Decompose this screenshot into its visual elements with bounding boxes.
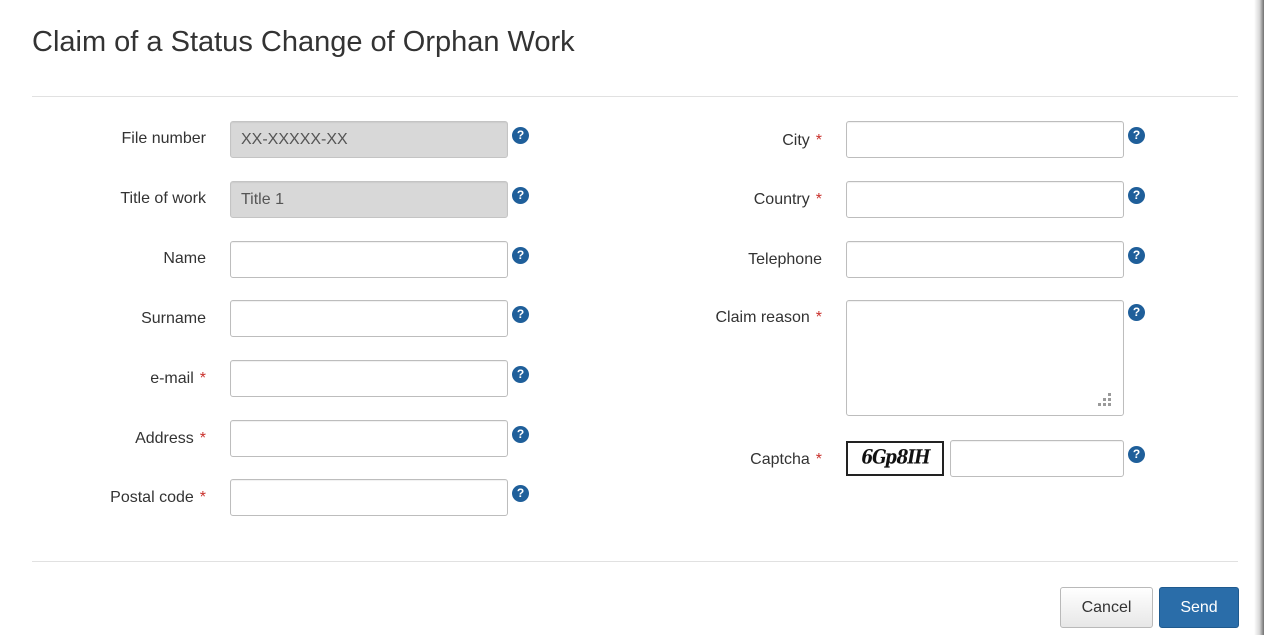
- required-marker: *: [815, 309, 822, 326]
- required-marker: *: [815, 191, 822, 208]
- name-label: Name: [163, 250, 206, 267]
- captcha-help-icon[interactable]: ?: [1128, 446, 1145, 463]
- file-number-field[interactable]: [230, 121, 508, 158]
- email-label: e-mail *: [150, 370, 206, 387]
- title-of-work-help-icon[interactable]: ?: [512, 187, 529, 204]
- cancel-button[interactable]: Cancel: [1060, 587, 1153, 628]
- dialog-title: Claim of a Status Change of Orphan Work: [32, 26, 575, 58]
- title-of-work-label: Title of work: [120, 190, 206, 207]
- country-label: Country *: [753, 191, 822, 208]
- address-label: Address *: [135, 430, 206, 447]
- window-edge-shadow: [1254, 0, 1264, 635]
- address-help-icon[interactable]: ?: [512, 426, 529, 443]
- surname-field[interactable]: [230, 300, 508, 337]
- resize-grip-icon[interactable]: [1098, 393, 1112, 407]
- city-field[interactable]: [846, 121, 1124, 158]
- telephone-help-icon[interactable]: ?: [1128, 247, 1145, 264]
- postal-code-label: Postal code *: [110, 489, 206, 506]
- required-marker: *: [199, 430, 206, 447]
- postal-code-field[interactable]: [230, 479, 508, 516]
- city-help-icon[interactable]: ?: [1128, 127, 1145, 144]
- claim-reason-label: Claim reason *: [715, 309, 823, 326]
- surname-label: Surname: [141, 310, 206, 327]
- captcha-image-text: 6Gp8IH: [859, 446, 932, 470]
- surname-help-icon[interactable]: ?: [512, 306, 529, 323]
- file-number-help-icon[interactable]: ?: [512, 127, 529, 144]
- email-field[interactable]: [230, 360, 508, 397]
- captcha-field[interactable]: [950, 440, 1124, 477]
- telephone-label: Telephone: [748, 251, 822, 268]
- name-help-icon[interactable]: ?: [512, 247, 529, 264]
- file-number-label: File number: [121, 130, 206, 147]
- claim-reason-textarea[interactable]: [846, 300, 1124, 416]
- captcha-image: 6Gp8IH: [846, 441, 944, 476]
- country-help-icon[interactable]: ?: [1128, 187, 1145, 204]
- header-divider: [32, 96, 1238, 97]
- address-field[interactable]: [230, 420, 508, 457]
- required-marker: *: [199, 370, 206, 387]
- telephone-field[interactable]: [846, 241, 1124, 278]
- required-marker: *: [815, 451, 822, 468]
- captcha-label: Captcha *: [750, 451, 822, 468]
- email-help-icon[interactable]: ?: [512, 366, 529, 383]
- title-of-work-field[interactable]: [230, 181, 508, 218]
- country-field[interactable]: [846, 181, 1124, 218]
- city-label: City *: [782, 132, 822, 149]
- postal-code-help-icon[interactable]: ?: [512, 485, 529, 502]
- footer-divider: [32, 561, 1238, 562]
- required-marker: *: [199, 489, 206, 506]
- claim-reason-help-icon[interactable]: ?: [1128, 304, 1145, 321]
- send-button[interactable]: Send: [1159, 587, 1239, 628]
- required-marker: *: [815, 132, 822, 149]
- name-field[interactable]: [230, 241, 508, 278]
